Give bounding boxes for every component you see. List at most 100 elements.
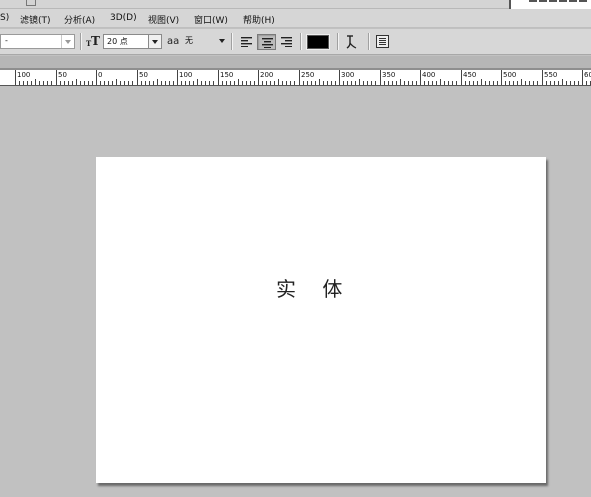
menu-analysis[interactable]: 分析(A) bbox=[64, 13, 95, 26]
ruler-minor-tick bbox=[412, 81, 413, 85]
ruler-minor-tick bbox=[124, 81, 125, 85]
ruler-minor-tick bbox=[230, 81, 231, 85]
ruler-minor-tick bbox=[456, 81, 457, 85]
ruler-major-tick bbox=[218, 70, 219, 85]
text-color-swatch[interactable] bbox=[306, 34, 330, 50]
ruler-minor-tick bbox=[209, 81, 210, 85]
align-center-button[interactable] bbox=[257, 34, 276, 50]
window-top-strip bbox=[0, 0, 591, 9]
character-panel-icon[interactable] bbox=[376, 35, 389, 48]
ruler-minor-tick bbox=[88, 81, 89, 85]
antialias-icon: aa bbox=[167, 36, 180, 47]
ruler-minor-tick bbox=[481, 79, 482, 85]
ruler-label: 100 bbox=[17, 71, 31, 79]
ruler-minor-tick bbox=[303, 81, 304, 85]
ruler-minor-tick bbox=[473, 81, 474, 85]
chevron-down-icon[interactable] bbox=[61, 35, 74, 48]
font-size-select[interactable]: 20 点 bbox=[103, 34, 162, 49]
ruler-minor-tick bbox=[104, 81, 105, 85]
ruler-minor-tick bbox=[286, 81, 287, 85]
align-left-button[interactable] bbox=[237, 34, 256, 50]
ruler-minor-tick bbox=[586, 81, 587, 85]
ruler-minor-tick bbox=[27, 81, 28, 85]
ruler-minor-tick bbox=[465, 81, 466, 85]
menu-3d[interactable]: 3D(D) bbox=[110, 13, 137, 23]
menu-filter[interactable]: 滤镜(T) bbox=[20, 13, 51, 26]
ruler-minor-tick bbox=[574, 81, 575, 85]
ruler-minor-tick bbox=[521, 79, 522, 85]
ruler-minor-tick bbox=[363, 81, 364, 85]
ruler-minor-tick bbox=[116, 79, 117, 85]
ruler-minor-tick bbox=[546, 81, 547, 85]
ruler-minor-tick bbox=[359, 79, 360, 85]
menu-view[interactable]: 视图(V) bbox=[148, 13, 179, 26]
workspace-switcher[interactable] bbox=[509, 0, 591, 9]
ruler-minor-tick bbox=[35, 79, 36, 85]
ruler-minor-tick bbox=[270, 81, 271, 85]
ruler-minor-tick bbox=[193, 81, 194, 85]
ruler-major-tick bbox=[137, 70, 138, 85]
ruler-minor-tick bbox=[477, 81, 478, 85]
canvas-area[interactable]: 实 体 bbox=[0, 87, 591, 497]
align-left-icon bbox=[241, 37, 252, 47]
horizontal-ruler[interactable]: 1005005010015020025030035040045050055060… bbox=[0, 70, 591, 86]
ruler-minor-tick bbox=[197, 79, 198, 85]
menu-help[interactable]: 帮助(H) bbox=[243, 13, 275, 26]
ruler-minor-tick bbox=[400, 79, 401, 85]
antialias-value: 无 bbox=[185, 36, 193, 45]
toolbar-divider bbox=[337, 33, 338, 50]
warp-text-icon[interactable] bbox=[344, 34, 360, 50]
ruler-minor-tick bbox=[375, 81, 376, 85]
menu-window[interactable]: 窗口(W) bbox=[194, 13, 228, 26]
ruler-minor-tick bbox=[213, 81, 214, 85]
ruler-minor-tick bbox=[238, 79, 239, 85]
ruler-major-tick bbox=[461, 70, 462, 85]
ruler-minor-tick bbox=[351, 81, 352, 85]
document-canvas[interactable]: 实 体 bbox=[96, 157, 546, 483]
ruler-minor-tick bbox=[112, 81, 113, 85]
ruler-minor-tick bbox=[185, 81, 186, 85]
ruler-minor-tick bbox=[169, 81, 170, 85]
ruler-minor-tick bbox=[315, 81, 316, 85]
ruler-label: 150 bbox=[220, 71, 234, 79]
chevron-down-icon[interactable] bbox=[148, 35, 161, 48]
workspace-label-cropped bbox=[529, 0, 589, 4]
ruler-minor-tick bbox=[489, 81, 490, 85]
ruler-minor-tick bbox=[367, 81, 368, 85]
ruler-minor-tick bbox=[31, 81, 32, 85]
font-size-value: 20 点 bbox=[107, 37, 128, 46]
ruler-minor-tick bbox=[396, 81, 397, 85]
align-center-icon bbox=[262, 38, 273, 48]
text-layer[interactable]: 实 体 bbox=[276, 273, 352, 302]
ruler-minor-tick bbox=[201, 81, 202, 85]
ruler-minor-tick bbox=[347, 81, 348, 85]
ruler-minor-tick bbox=[246, 81, 247, 85]
ruler-label: 400 bbox=[422, 71, 436, 79]
ruler-minor-tick bbox=[323, 81, 324, 85]
ruler-minor-tick bbox=[47, 81, 48, 85]
ruler-minor-tick bbox=[566, 81, 567, 85]
ruler-minor-tick bbox=[153, 81, 154, 85]
chevron-down-icon[interactable] bbox=[219, 39, 225, 43]
antialias-select[interactable]: 无 bbox=[183, 34, 227, 49]
ruler-minor-tick bbox=[282, 81, 283, 85]
toolbar-divider bbox=[231, 33, 232, 50]
ruler-minor-tick bbox=[428, 81, 429, 85]
toolbar-divider bbox=[80, 33, 81, 50]
ruler-minor-tick bbox=[525, 81, 526, 85]
ruler-minor-tick bbox=[509, 81, 510, 85]
ruler-label: 550 bbox=[544, 71, 558, 79]
ruler-minor-tick bbox=[173, 81, 174, 85]
ruler-minor-tick bbox=[157, 79, 158, 85]
ruler-major-tick bbox=[56, 70, 57, 85]
ruler-minor-tick bbox=[469, 81, 470, 85]
font-style-select[interactable]: - bbox=[0, 34, 75, 49]
ruler-minor-tick bbox=[39, 81, 40, 85]
menu-select[interactable]: S) bbox=[0, 13, 9, 23]
ruler-major-tick bbox=[258, 70, 259, 85]
ruler-minor-tick bbox=[327, 81, 328, 85]
ruler-major-tick bbox=[339, 70, 340, 85]
ruler-minor-tick bbox=[384, 81, 385, 85]
ruler-minor-tick bbox=[371, 81, 372, 85]
align-right-button[interactable] bbox=[277, 34, 296, 50]
